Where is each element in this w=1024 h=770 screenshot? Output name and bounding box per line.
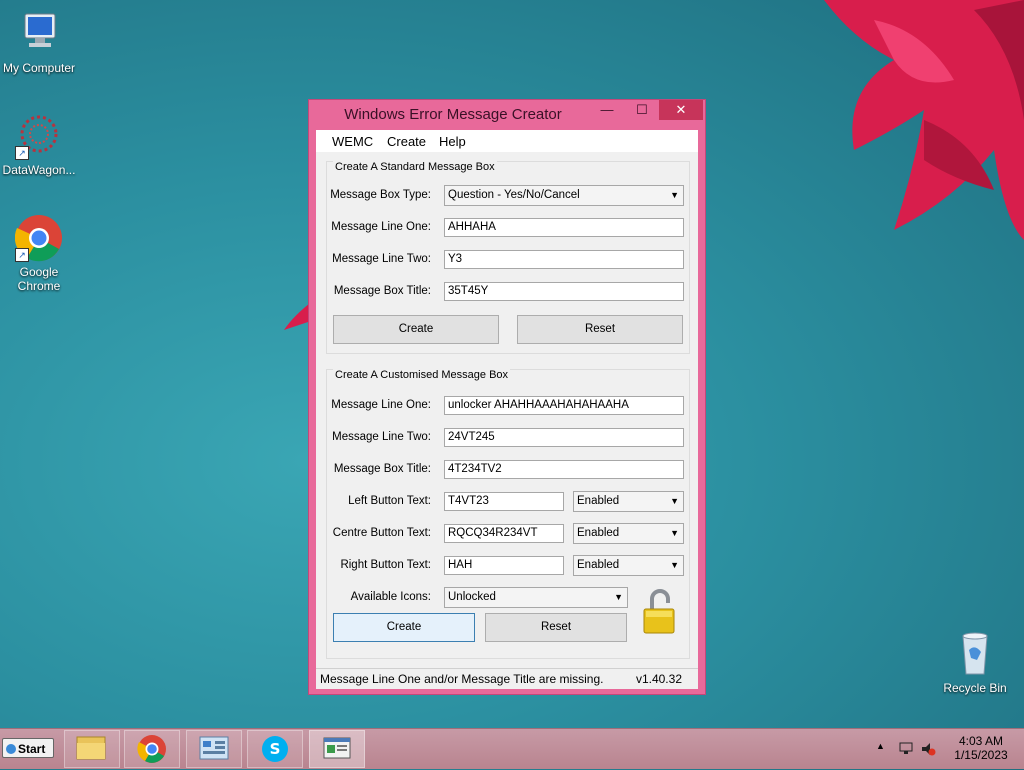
window-client-area: WEMC Create Help Create A Standard Messa… xyxy=(316,130,698,689)
right-button-state-select[interactable]: Enabled ▼ xyxy=(573,555,684,576)
title-bar[interactable]: Windows Error Message Creator — ☐ ✕ xyxy=(309,100,705,130)
desktop-icon-recycle-bin[interactable]: Recycle Bin xyxy=(935,630,1015,695)
line-one-label: Message Line One: xyxy=(331,399,431,411)
desktop-icon-datawagon[interactable]: ↗ DataWagon... xyxy=(0,112,79,177)
group-label: Create A Customised Message Box xyxy=(333,369,511,381)
desktop-icon-label: My Computer xyxy=(2,61,76,75)
title-label: Message Box Title: xyxy=(333,463,431,475)
chevron-down-icon: ▼ xyxy=(670,190,679,200)
line-one-label: Message Line One: xyxy=(331,221,431,233)
taskbar-control-panel[interactable] xyxy=(186,730,242,768)
chevron-down-icon: ▼ xyxy=(670,528,679,538)
version-label: v1.40.32 xyxy=(635,672,682,686)
chrome-icon xyxy=(137,735,166,763)
standard-create-button[interactable]: Create xyxy=(333,315,499,344)
minimize-button[interactable]: — xyxy=(594,100,620,120)
right-button-label: Right Button Text: xyxy=(340,559,431,571)
centre-button-label: Centre Button Text: xyxy=(332,527,431,539)
clock-time: 4:03 AM xyxy=(958,734,1004,748)
status-message: Message Line One and/or Message Title ar… xyxy=(320,672,604,686)
folder-icon xyxy=(76,736,106,760)
custom-create-button[interactable]: Create xyxy=(333,613,475,642)
window-title: Windows Error Message Creator xyxy=(344,106,562,123)
standard-reset-button[interactable]: Reset xyxy=(517,315,683,344)
desktop-icon-label: Google Chrome xyxy=(17,265,61,293)
taskbar: Start S ▲ 4:03 AM 1/15/2023 xyxy=(0,728,1024,769)
custom-line-two-input[interactable]: 24VT245 xyxy=(444,428,684,447)
custom-message-box-group: Create A Customised Message Box Message … xyxy=(326,369,690,659)
show-hidden-icons-chevron-icon[interactable]: ▲ xyxy=(876,741,885,751)
menu-wemc[interactable]: WEMC xyxy=(332,134,373,149)
group-label: Create A Standard Message Box xyxy=(333,161,497,173)
desktop-icon-label: Recycle Bin xyxy=(943,681,1007,695)
control-panel-icon xyxy=(199,736,229,760)
close-button[interactable]: ✕ xyxy=(659,100,703,120)
available-icons-select[interactable]: Unlocked ▼ xyxy=(444,587,628,608)
taskbar-file-explorer[interactable] xyxy=(64,730,120,768)
wemc-window: Windows Error Message Creator — ☐ ✕ WEMC… xyxy=(308,99,706,695)
windows-orb-icon xyxy=(6,744,16,754)
start-button[interactable]: Start xyxy=(2,738,54,758)
volume-muted-icon[interactable] xyxy=(920,741,936,757)
wemc-app-icon xyxy=(323,737,351,759)
message-box-type-select[interactable]: Question - Yes/No/Cancel ▼ xyxy=(444,185,684,206)
clock-date: 1/15/2023 xyxy=(954,748,1008,762)
menu-create[interactable]: Create xyxy=(387,134,426,149)
chevron-down-icon: ▼ xyxy=(614,592,623,602)
left-button-label: Left Button Text: xyxy=(348,495,431,507)
standard-message-box-group: Create A Standard Message Box Message Bo… xyxy=(326,161,690,354)
maximize-button[interactable]: ☐ xyxy=(629,100,655,120)
skype-icon: S xyxy=(262,736,288,762)
standard-title-input[interactable]: 35T45Y xyxy=(444,282,684,301)
standard-line-two-input[interactable]: Y3 xyxy=(444,250,684,269)
title-label: Message Box Title: xyxy=(333,285,431,297)
desktop-icon-my-computer[interactable]: My Computer xyxy=(0,10,79,75)
select-value: Question - Yes/No/Cancel xyxy=(448,189,580,201)
shortcut-arrow-icon: ↗ xyxy=(15,146,29,160)
menu-help[interactable]: Help xyxy=(439,134,466,149)
unlocked-padlock-icon xyxy=(643,589,675,634)
available-icons-label: Available Icons: xyxy=(350,591,431,603)
taskbar-chrome[interactable] xyxy=(124,730,180,768)
taskbar-skype[interactable]: S xyxy=(247,730,303,768)
start-label: Start xyxy=(18,742,46,756)
taskbar-wemc[interactable] xyxy=(309,730,365,768)
status-bar: Message Line One and/or Message Title ar… xyxy=(316,668,698,689)
clock[interactable]: 4:03 AM 1/15/2023 xyxy=(946,734,1016,762)
left-button-state-select[interactable]: Enabled ▼ xyxy=(573,491,684,512)
recycle-bin-icon xyxy=(951,630,999,678)
select-value: Enabled xyxy=(577,559,620,571)
select-value: Enabled xyxy=(577,527,620,539)
line-two-label: Message Line Two: xyxy=(332,431,431,443)
datawagon-icon: ↗ xyxy=(15,112,63,160)
desktop-icon-google-chrome[interactable]: ↗ Google Chrome xyxy=(0,214,79,293)
desktop-icon-label: DataWagon... xyxy=(2,163,76,177)
type-label: Message Box Type: xyxy=(330,189,431,201)
select-value: Enabled xyxy=(577,495,620,507)
network-icon[interactable] xyxy=(898,741,914,757)
computer-icon xyxy=(15,10,63,58)
right-button-text-input[interactable]: HAH xyxy=(444,556,564,575)
custom-title-input[interactable]: 4T234TV2 xyxy=(444,460,684,479)
chevron-down-icon: ▼ xyxy=(670,560,679,570)
chrome-icon: ↗ xyxy=(14,214,63,262)
centre-button-state-select[interactable]: Enabled ▼ xyxy=(573,523,684,544)
centre-button-text-input[interactable]: RQCQ34R234VT xyxy=(444,524,564,543)
menu-bar: WEMC Create Help xyxy=(316,130,698,152)
left-button-text-input[interactable]: T4VT23 xyxy=(444,492,564,511)
custom-line-one-input[interactable]: unlocker AHAHHAAAHAHAHAAHA xyxy=(444,396,684,415)
standard-line-one-input[interactable]: AHHAHA xyxy=(444,218,684,237)
select-value: Unlocked xyxy=(448,591,496,603)
custom-reset-button[interactable]: Reset xyxy=(485,613,627,642)
svg-text:S: S xyxy=(270,740,281,758)
line-two-label: Message Line Two: xyxy=(332,253,431,265)
chevron-down-icon: ▼ xyxy=(670,496,679,506)
shortcut-arrow-icon: ↗ xyxy=(15,248,29,262)
